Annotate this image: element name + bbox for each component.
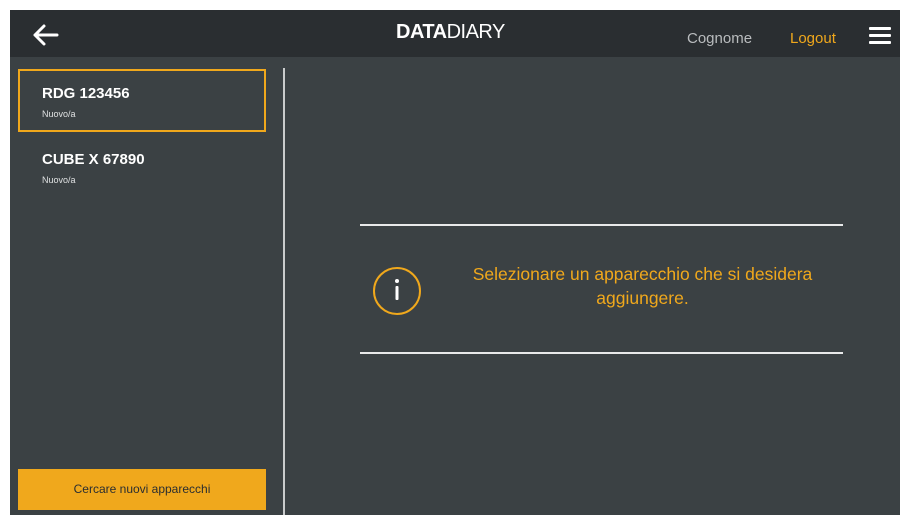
sidebar-divider — [283, 68, 285, 515]
app-window: DATADIARY Cognome Logout RDG 123456 Nuov… — [10, 10, 900, 515]
search-devices-button[interactable]: Cercare nuovi apparecchi — [18, 469, 266, 510]
device-name: RDG 123456 — [42, 85, 130, 102]
message-top-divider — [360, 224, 843, 226]
device-status: Nuovo/a — [42, 109, 76, 119]
info-message: Selezionare un apparecchio che si deside… — [472, 264, 813, 308]
app-logo: DATADIARY — [396, 21, 505, 44]
arrow-left-icon — [33, 24, 59, 46]
device-status: Nuovo/a — [42, 175, 76, 185]
top-bar: DATADIARY Cognome Logout — [10, 10, 900, 57]
message-bottom-divider — [360, 352, 843, 354]
info-icon — [372, 266, 422, 316]
device-list-item[interactable]: CUBE X 67890 Nuovo/a — [18, 135, 266, 198]
device-name: CUBE X 67890 — [42, 151, 145, 168]
hamburger-line — [869, 34, 891, 37]
menu-button[interactable] — [869, 27, 891, 45]
logout-link[interactable]: Logout — [790, 30, 836, 47]
hamburger-line — [869, 41, 891, 44]
logo-bold-text: DATA — [396, 21, 447, 43]
logo-light-text: DIARY — [446, 21, 506, 43]
back-button[interactable] — [32, 23, 60, 47]
user-name: Cognome — [687, 30, 753, 47]
hamburger-menu-icon — [869, 27, 891, 30]
device-list-item[interactable]: RDG 123456 Nuovo/a — [18, 69, 266, 132]
